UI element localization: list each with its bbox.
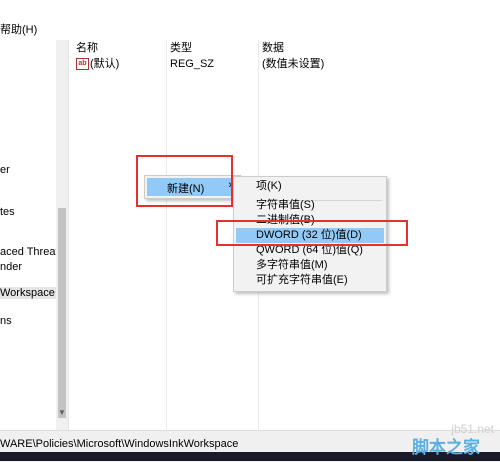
value-row[interactable]: ab (默认) REG_SZ (数值未设置): [72, 56, 500, 72]
submenu-item-multistring[interactable]: 多字符串值(M): [236, 258, 384, 273]
value-type: REG_SZ: [170, 58, 215, 70]
scroll-down-icon[interactable]: ▼: [58, 408, 66, 417]
value-data: (数值未设置): [262, 58, 325, 70]
column-header-name[interactable]: 名称: [76, 40, 98, 56]
menu-help[interactable]: 帮助(H): [0, 21, 37, 37]
tree-item[interactable]: tes: [0, 206, 15, 218]
watermark-logo: 脚本之家: [412, 438, 480, 458]
column-divider: [166, 40, 167, 430]
tree-scrollbar[interactable]: ▼: [56, 40, 68, 430]
annotation-box-new: [136, 155, 233, 207]
submenu-item-string[interactable]: 字符串值(S): [236, 198, 384, 213]
column-header-data[interactable]: 数据: [262, 40, 284, 56]
column-header-type[interactable]: 类型: [170, 40, 192, 56]
tree-item[interactable]: nder: [0, 261, 22, 273]
submenu-item-expandstring[interactable]: 可扩充字符串值(E): [236, 273, 384, 288]
menu-bar: 帮助(H): [0, 0, 500, 40]
value-name: (默认): [90, 58, 120, 70]
registry-path: WARE\Policies\Microsoft\WindowsInkWorksp…: [0, 438, 239, 450]
submenu-item-key[interactable]: 项(K): [236, 179, 384, 194]
string-value-icon: ab: [76, 58, 89, 70]
tree-item-selected[interactable]: Workspace: [0, 287, 57, 299]
annotation-box-dword: [216, 220, 408, 246]
tree-item[interactable]: ns: [0, 315, 12, 327]
scrollbar-thumb[interactable]: [58, 208, 66, 418]
tree-item[interactable]: er: [0, 164, 10, 176]
